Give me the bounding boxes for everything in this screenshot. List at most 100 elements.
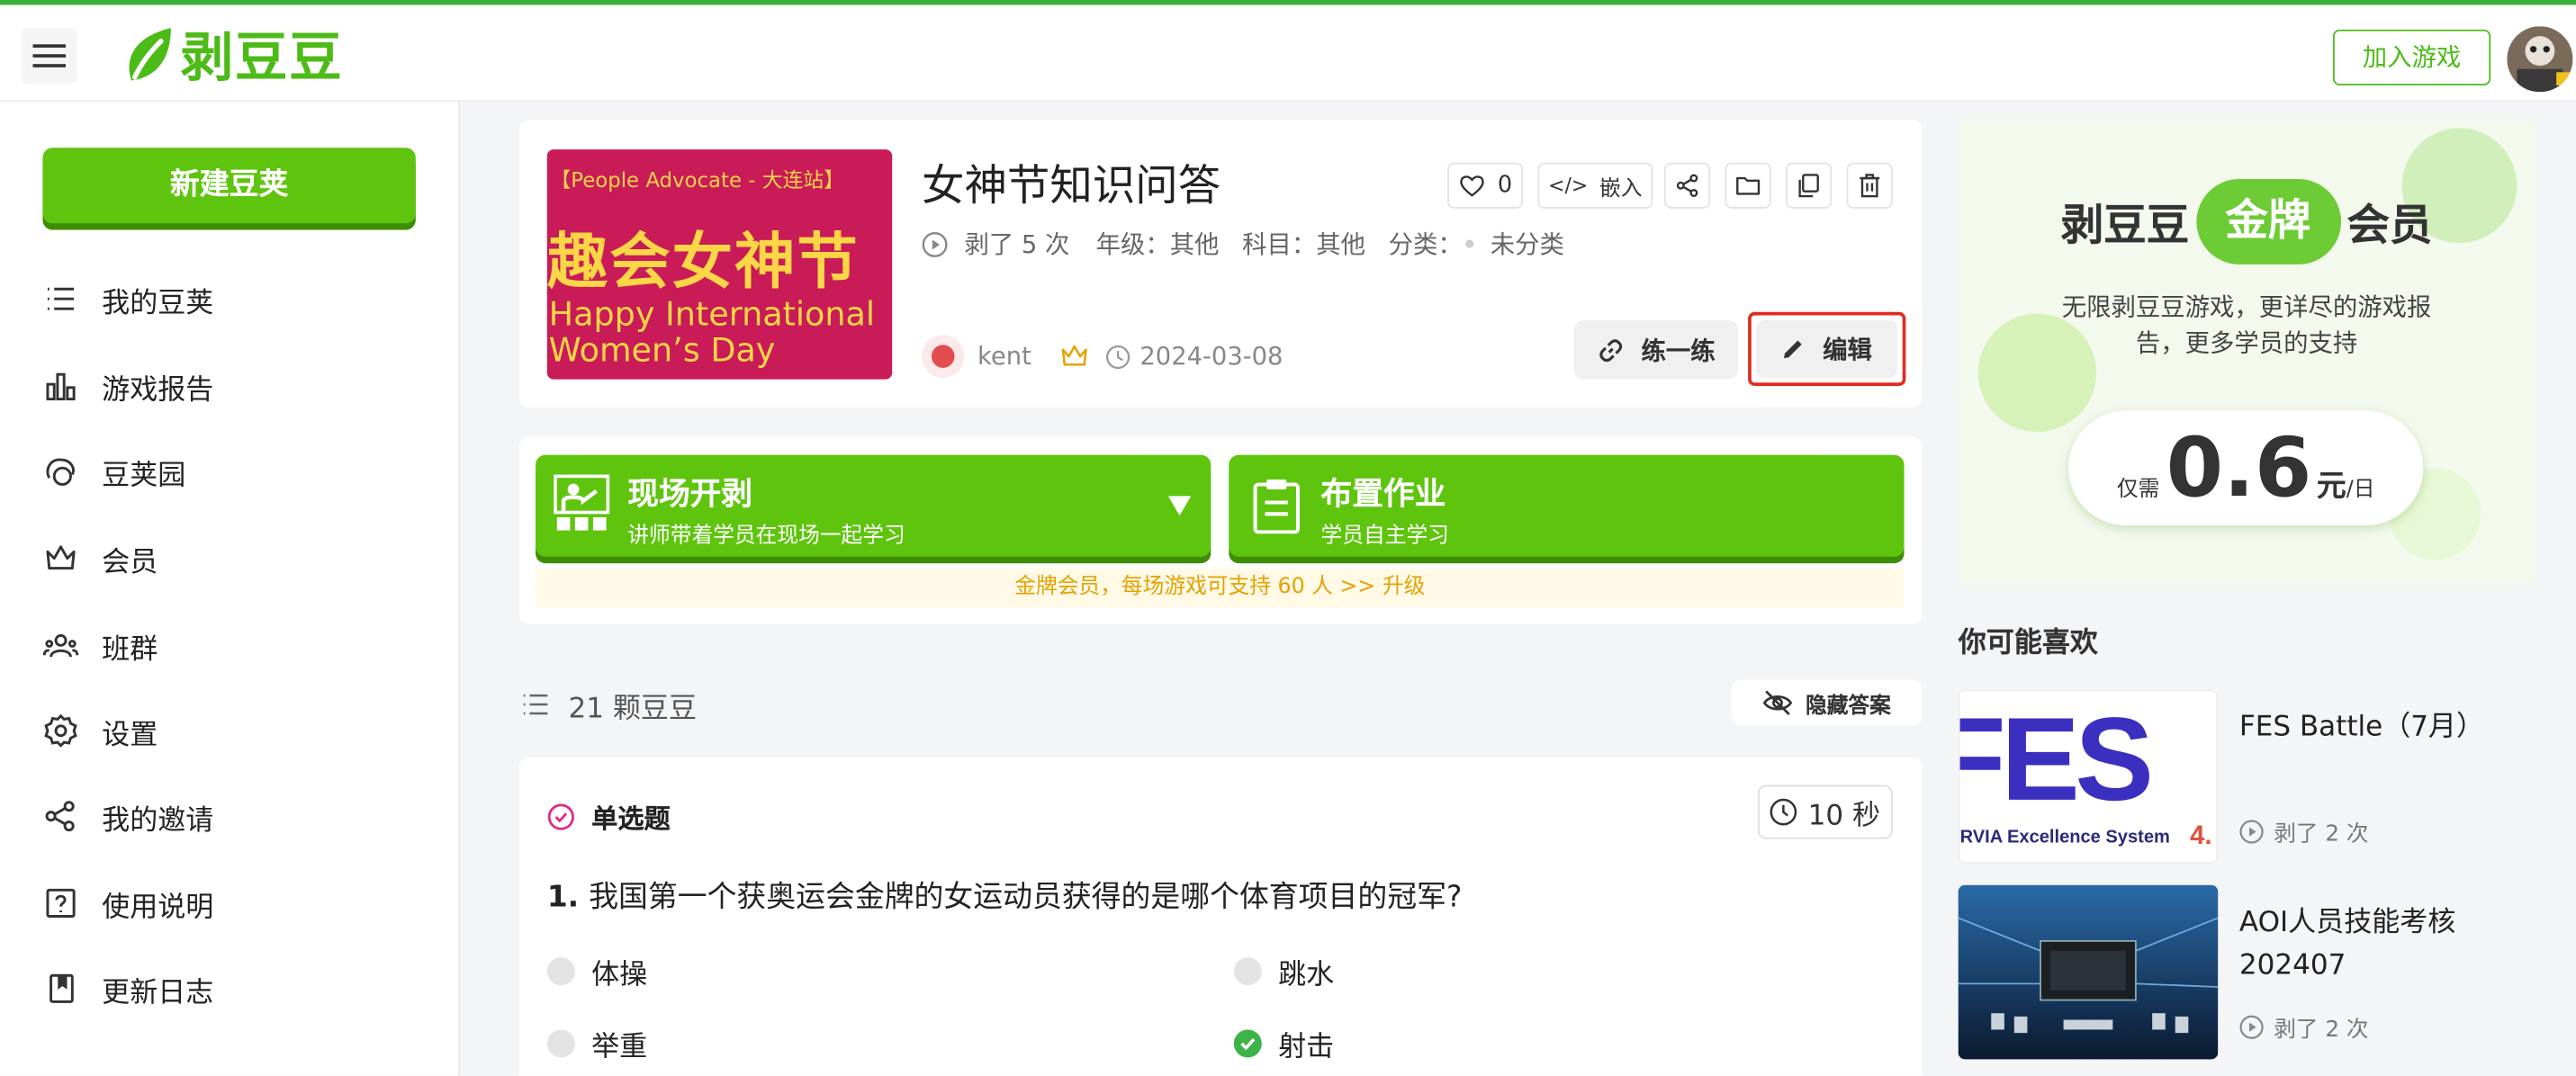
embed-button[interactable]: </> 嵌入: [1537, 162, 1653, 209]
logo[interactable]: 剥豆豆: [122, 22, 343, 89]
practice-label: 练一练: [1641, 336, 1716, 366]
eye-off-icon: [1762, 690, 1793, 715]
user-avatar[interactable]: [2507, 26, 2573, 93]
subject: 科目：其他: [1242, 229, 1366, 260]
recommend-plays-label: 剥了 2 次: [2274, 820, 2369, 847]
membership-promo-card[interactable]: 剥豆豆 金牌 会员 无限剥豆豆游戏，更详尽的游戏报告，更多学员的支持 仅需 0.…: [1958, 120, 2535, 585]
game-cover-image[interactable]: 【People Advocate - 大连站】 趣会女神节 Happy Inte…: [546, 149, 893, 380]
play-icon: [2239, 1014, 2264, 1038]
author-name[interactable]: kent: [977, 342, 1031, 372]
copy-button[interactable]: [1786, 162, 1833, 209]
live-play-button[interactable]: 现场开剥 讲师带着学员在现场一起学习: [536, 454, 1211, 557]
option-2: 跳水: [1233, 951, 1334, 991]
new-pod-button[interactable]: 新建豆荚: [42, 148, 416, 224]
sidebar-item-class-group[interactable]: 班群: [42, 621, 437, 670]
sidebar-item-settings[interactable]: 设置: [42, 706, 437, 756]
option-label: 体操: [591, 958, 648, 992]
author-avatar[interactable]: [921, 335, 965, 378]
sidebar-item-label: 使用说明: [102, 891, 214, 924]
delete-button[interactable]: [1846, 162, 1893, 209]
assign-homework-button[interactable]: 布置作业 学员自主学习: [1229, 454, 1905, 557]
sidebar-item-my-pods[interactable]: 我的豆荚: [42, 274, 437, 324]
sidebar-item-garden[interactable]: 豆荚园: [42, 446, 437, 496]
share-button[interactable]: [1664, 162, 1711, 209]
question-body: 我国第一个获奥运会金牌的女运动员获得的是哪个体育项目的冠军?: [589, 880, 1463, 915]
leaf-logo-icon: [129, 28, 171, 81]
play-count: 剥了 5 次: [964, 229, 1070, 260]
sidebar-item-reports[interactable]: 游戏报告: [42, 362, 437, 411]
sidebar-item-membership[interactable]: 会员: [42, 534, 437, 583]
recommend-item[interactable]: FES RVIA Excellence System 4. FES Battle…: [1958, 689, 2535, 865]
recommend-name[interactable]: AOI人员技能考核202407: [2239, 901, 2532, 987]
sidebar-item-changelog[interactable]: 更新日志: [42, 964, 437, 1013]
cover-caption: 【People Advocate - 大连站】: [550, 167, 845, 193]
upgrade-banner[interactable]: 金牌会员，每场游戏可支持 60 人 >> 升级: [536, 568, 1905, 608]
game-info-card: 【People Advocate - 大连站】 趣会女神节 Happy Inte…: [518, 120, 1923, 408]
game-meta: 剥了 5 次 年级：其他 科目：其他 分类： 未分类: [922, 227, 1564, 261]
cover-headline: 趣会女神节: [546, 226, 860, 298]
question-card: 单选题 10 秒 1. 我国第一个获奥运会金牌的女运动员获得的是哪个体育项目的冠军…: [518, 757, 1923, 1076]
price-prefix: 仅需: [2116, 478, 2160, 503]
thumb-caption: RVIA Excellence System: [1959, 827, 2170, 847]
dropdown-triangle-icon[interactable]: [1167, 496, 1192, 516]
sidebar-item-help[interactable]: 使用说明: [42, 879, 437, 928]
garden-icon: [46, 458, 75, 486]
like-button[interactable]: 0: [1447, 162, 1524, 209]
clock-icon: [1105, 344, 1130, 369]
presenter-icon: [554, 474, 610, 531]
list-icon: [47, 287, 75, 310]
link-icon: [1599, 338, 1623, 362]
question-count: 21 颗豆豆: [519, 681, 697, 727]
folder-icon: [1736, 176, 1761, 195]
sidebar-item-label: 设置: [102, 718, 158, 752]
cover-english-line-2: Women’s Day: [548, 329, 776, 370]
sidebar-item-label: 会员: [102, 545, 158, 579]
recommend-plays: 剥了 2 次: [2239, 1010, 2368, 1043]
question-text: 1. 我国第一个获奥运会金牌的女运动员获得的是哪个体育项目的冠军?: [547, 874, 1463, 916]
edit-button[interactable]: 编辑: [1756, 319, 1898, 378]
list-icon: [523, 694, 548, 715]
heart-icon: [1459, 175, 1483, 197]
category-dot-icon: [1465, 239, 1474, 248]
recommend-thumbnail[interactable]: FES RVIA Excellence System 4.: [1958, 689, 2219, 865]
membership-title-suffix: 会员: [2346, 201, 2433, 251]
homework-title: 布置作业: [1320, 476, 1446, 513]
live-play-title: 现场开剥: [627, 476, 753, 513]
edit-label: 编辑: [1823, 335, 1872, 365]
hide-answers-button[interactable]: 隐藏答案: [1731, 679, 1923, 726]
option-3: 举重: [546, 1023, 648, 1064]
copy-icon: [1798, 174, 1819, 198]
edit-button-highlight[interactable]: 编辑: [1748, 311, 1906, 386]
live-play-subtitle: 讲师带着学员在现场一起学习: [627, 524, 905, 549]
question-timer[interactable]: 10 秒: [1758, 785, 1893, 839]
menu-icon[interactable]: [21, 28, 77, 85]
recommend-item[interactable]: AOI人员技能考核202407 剥了 2 次: [1958, 884, 2535, 1060]
option-label: 举重: [591, 1031, 648, 1064]
practice-button[interactable]: 练一练: [1573, 319, 1739, 380]
category-label: 分类：: [1388, 229, 1463, 260]
join-game-button[interactable]: 加入游戏: [2332, 29, 2491, 85]
pencil-icon: [1784, 340, 1803, 359]
folder-button[interactable]: [1725, 162, 1771, 209]
recommend-name[interactable]: FES Battle（7月）: [2239, 706, 2532, 749]
membership-title: 剥豆豆 金牌 会员: [1959, 177, 2535, 266]
sidebar-item-label: 我的邀请: [102, 803, 214, 837]
help-icon: [46, 888, 76, 918]
recommend-thumbnail[interactable]: [1958, 884, 2219, 1060]
timer-value: 10 秒: [1807, 799, 1881, 833]
question-type-label: 单选题: [591, 803, 671, 835]
embed-label: 嵌入: [1599, 176, 1643, 202]
game-title: 女神节知识问答: [921, 162, 1221, 212]
price-pill[interactable]: 仅需 0.6 元 /日: [2068, 410, 2424, 526]
option-radio-icon: [546, 1029, 575, 1058]
gold-badge: 金牌: [2195, 178, 2341, 265]
top-bar: 剥豆豆 加入游戏: [0, 0, 2576, 103]
grade: 年级：其他: [1095, 229, 1220, 260]
sidebar-item-label: 更新日志: [102, 976, 214, 1009]
price-per: /日: [2346, 478, 2375, 503]
membership-description: 无限剥豆豆游戏，更详尽的游戏报告，更多学员的支持: [2061, 291, 2432, 358]
code-icon: </>: [1548, 174, 1589, 198]
sidebar-item-label: 班群: [102, 632, 158, 667]
sidebar-item-invites[interactable]: 我的邀请: [42, 792, 437, 841]
sidebar-item-label: 豆荚园: [102, 459, 186, 492]
